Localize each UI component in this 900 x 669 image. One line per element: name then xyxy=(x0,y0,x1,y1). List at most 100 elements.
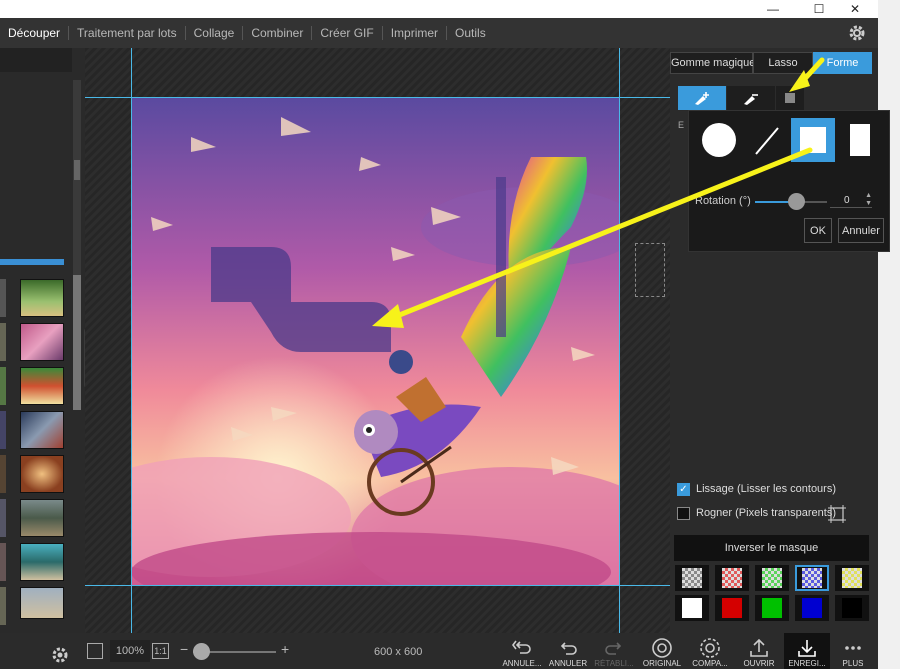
swatch-color xyxy=(762,598,782,618)
circle-shape-button[interactable] xyxy=(697,118,741,162)
main-menu: Découper Traitement par lots Collage Com… xyxy=(0,18,878,48)
mask-color-swatch[interactable] xyxy=(755,595,789,621)
brush-remove-icon xyxy=(744,94,758,105)
thumbnail-image[interactable] xyxy=(20,499,64,537)
swatch-color xyxy=(682,568,702,588)
zoom-in-button[interactable]: + xyxy=(281,641,289,657)
square-shape-button[interactable] xyxy=(791,118,835,162)
mask-color-swatch[interactable] xyxy=(675,595,709,621)
line-shape-button[interactable] xyxy=(744,118,788,162)
undo-button[interactable]: ANNULER xyxy=(546,633,590,669)
thumbnail-image[interactable] xyxy=(20,587,64,619)
tab-forme[interactable]: Forme xyxy=(813,52,872,74)
menu-decouper[interactable]: Découper xyxy=(0,18,68,48)
menu-creer-gif[interactable]: Créer GIF xyxy=(312,18,381,48)
zoom-value: 100% xyxy=(110,640,150,662)
ok-button[interactable]: OK xyxy=(804,218,832,243)
crop-label: Rogner (Pixels transparents) xyxy=(696,507,837,519)
mask-color-swatch[interactable] xyxy=(715,595,749,621)
desktop-edge xyxy=(878,0,900,669)
brush-add-button[interactable] xyxy=(678,86,726,110)
undo-all-label: ANNULE... xyxy=(502,659,542,668)
menu-outils[interactable]: Outils xyxy=(447,18,494,48)
more-icon xyxy=(845,646,861,650)
mask-color-swatch[interactable] xyxy=(835,595,869,621)
thumbnail-image[interactable] xyxy=(20,543,64,581)
guide-line xyxy=(85,97,670,98)
swatch-color xyxy=(802,598,822,618)
save-label: ENREGI... xyxy=(788,659,826,668)
redo-button[interactable]: RÉTABLI... xyxy=(592,633,636,669)
mask-color-swatch[interactable] xyxy=(795,565,829,591)
menu-combiner[interactable]: Combiner xyxy=(243,18,311,48)
open-button[interactable]: OUVRIR xyxy=(737,633,781,669)
compare-button[interactable]: COMPA... xyxy=(688,633,732,669)
smooth-checkbox[interactable]: ✓ xyxy=(677,483,690,496)
mask-color-swatch[interactable] xyxy=(675,565,709,591)
menu-collage[interactable]: Collage xyxy=(186,18,243,48)
thumbnail-image[interactable] xyxy=(20,367,64,405)
thumbnail-scrollbar[interactable] xyxy=(73,275,81,410)
invert-mask-button[interactable]: Inverser le masque xyxy=(674,535,869,561)
tab-gomme-magique[interactable]: Gomme magique xyxy=(670,52,755,74)
brush-add-icon xyxy=(695,92,709,105)
undo-icon xyxy=(560,642,577,655)
thumbnail-edge xyxy=(0,279,6,317)
more-button[interactable]: PLUS xyxy=(831,633,875,669)
undo-label: ANNULER xyxy=(548,659,588,668)
open-label: OUVRIR xyxy=(743,659,775,668)
actual-size-button[interactable]: 1:1 xyxy=(152,643,169,659)
rectangle-shape-button[interactable] xyxy=(838,118,882,162)
mask-color-swatch[interactable] xyxy=(715,565,749,591)
square-icon xyxy=(785,93,795,103)
tool-tabs: Gomme magique Lasso Forme xyxy=(670,52,872,74)
line-icon xyxy=(755,127,779,155)
compare-label: COMPA... xyxy=(692,659,728,668)
crop-checkbox[interactable] xyxy=(677,507,690,520)
rotation-input[interactable]: 0 ▲ ▼ xyxy=(830,192,872,208)
undo-all-button[interactable]: ANNULE... xyxy=(500,633,544,669)
tab-lasso[interactable]: Lasso xyxy=(753,52,813,74)
square-shape-icon xyxy=(800,127,826,153)
swatch-color xyxy=(842,568,862,588)
cancel-button[interactable]: Annuler xyxy=(838,218,884,243)
brush-remove-button[interactable] xyxy=(727,86,775,110)
swatch-grid xyxy=(675,565,870,625)
rotation-slider-knob[interactable] xyxy=(788,193,805,210)
save-icon xyxy=(798,640,816,657)
shape-tool-button[interactable] xyxy=(776,86,804,110)
minimize-button[interactable]: — xyxy=(750,0,796,18)
circle-icon xyxy=(702,123,736,157)
guide-line xyxy=(619,48,620,633)
close-button[interactable]: ✕ xyxy=(832,0,878,18)
edited-image[interactable] xyxy=(131,97,620,586)
thumbnail-image[interactable] xyxy=(20,455,64,493)
mask-color-swatch[interactable] xyxy=(835,565,869,591)
rectangle-icon xyxy=(850,124,870,156)
menu-traitement-par-lots[interactable]: Traitement par lots xyxy=(69,18,185,48)
original-button[interactable]: ORIGINAL xyxy=(640,633,684,669)
thumbnail-edge xyxy=(0,587,6,625)
thumbnail-image[interactable] xyxy=(20,279,64,317)
fit-view-icon[interactable] xyxy=(87,643,103,659)
scrollbar-thumb[interactable] xyxy=(74,160,80,180)
zoom-out-button[interactable]: − xyxy=(180,641,188,657)
swatch-color xyxy=(722,568,742,588)
settings-icon[interactable] xyxy=(50,645,70,665)
swatch-color xyxy=(682,598,702,618)
gear-icon[interactable] xyxy=(846,22,868,44)
hidden-label: E xyxy=(678,120,685,130)
original-icon xyxy=(652,638,672,658)
redo-label: RÉTABLI... xyxy=(594,659,634,668)
menu-imprimer[interactable]: Imprimer xyxy=(383,18,446,48)
stepper-icon[interactable]: ▲ ▼ xyxy=(865,192,872,208)
save-button[interactable]: ENREGI... xyxy=(784,633,830,669)
thumbnail-image[interactable] xyxy=(20,411,64,449)
guide-line xyxy=(131,48,132,633)
image-size: 600 x 600 xyxy=(374,646,423,658)
crop-icon[interactable] xyxy=(828,505,846,523)
selection-handle[interactable] xyxy=(635,243,665,297)
thumbnail-image[interactable] xyxy=(20,323,64,361)
mask-color-swatch[interactable] xyxy=(755,565,789,591)
mask-color-swatch[interactable] xyxy=(795,595,829,621)
